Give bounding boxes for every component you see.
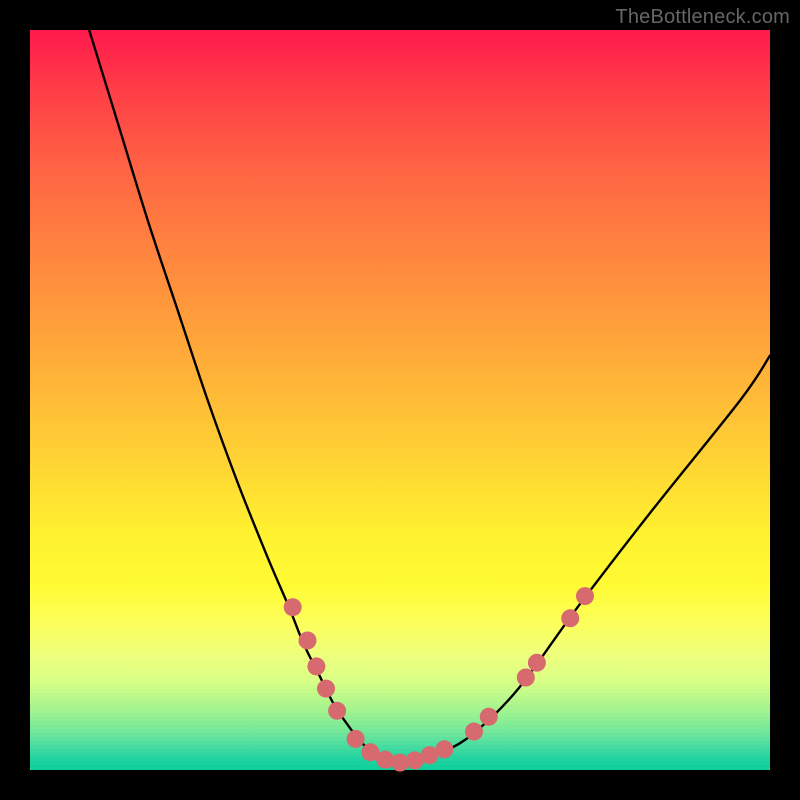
curve-dot	[465, 723, 483, 741]
curve-dot	[307, 657, 325, 675]
curve-dot	[480, 708, 498, 726]
curve-dot	[284, 598, 302, 616]
curve-dot	[299, 632, 317, 650]
curve-dot	[376, 751, 394, 769]
plot-area	[30, 30, 770, 770]
curve-dot	[435, 740, 453, 758]
curve-dot	[517, 669, 535, 687]
attribution-text: TheBottleneck.com	[615, 6, 790, 29]
curve-dot	[347, 730, 365, 748]
curve-svg	[30, 30, 770, 770]
curve-dot	[317, 680, 335, 698]
chart-frame: TheBottleneck.com	[0, 0, 800, 800]
curve-dot	[528, 654, 546, 672]
curve-dot	[328, 702, 346, 720]
curve-dot-markers	[284, 587, 594, 772]
bottleneck-curve	[89, 30, 770, 763]
curve-dot	[576, 587, 594, 605]
curve-dot	[561, 609, 579, 627]
